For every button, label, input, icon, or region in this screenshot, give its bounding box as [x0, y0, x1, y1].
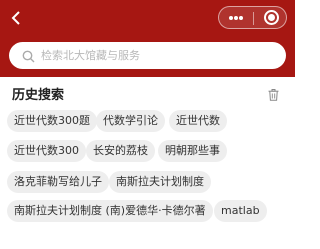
history-tag[interactable]: 近世代数300 — [7, 140, 86, 162]
more-dots-icon — [229, 16, 233, 20]
trash-icon — [268, 89, 279, 101]
history-tag[interactable]: 南斯拉夫计划制度 (南)爱德华·卡德尔著 — [7, 200, 213, 222]
clear-history-button[interactable] — [268, 86, 279, 101]
history-tag[interactable]: 近世代数 — [169, 110, 227, 132]
history-title: 历史搜索 — [12, 88, 65, 103]
history-tag[interactable]: 近世代数300题 — [7, 110, 97, 132]
search-input[interactable] — [41, 46, 277, 65]
history-tag[interactable]: 代数学引论 — [96, 110, 165, 132]
more-button[interactable] — [219, 7, 253, 28]
target-dot — [268, 14, 275, 21]
back-button[interactable] — [9, 9, 25, 27]
history-tag[interactable]: 南斯拉夫计划制度 — [109, 171, 211, 193]
history-tag[interactable]: 洛克菲勒写给儿子 — [7, 171, 109, 193]
mini-program-capsule — [218, 6, 287, 29]
chevron-left-icon — [11, 11, 20, 25]
top-bar — [0, 0, 295, 77]
history-tag[interactable]: 长安的荔枝 — [86, 140, 155, 162]
more-dots-icon — [239, 16, 243, 20]
history-tag[interactable]: 明朝那些事 — [158, 140, 227, 162]
search-icon — [22, 50, 35, 63]
more-dots-icon — [234, 16, 238, 20]
search-bar[interactable] — [9, 42, 286, 69]
close-button[interactable] — [254, 7, 288, 28]
history-tag[interactable]: matlab — [214, 200, 267, 222]
